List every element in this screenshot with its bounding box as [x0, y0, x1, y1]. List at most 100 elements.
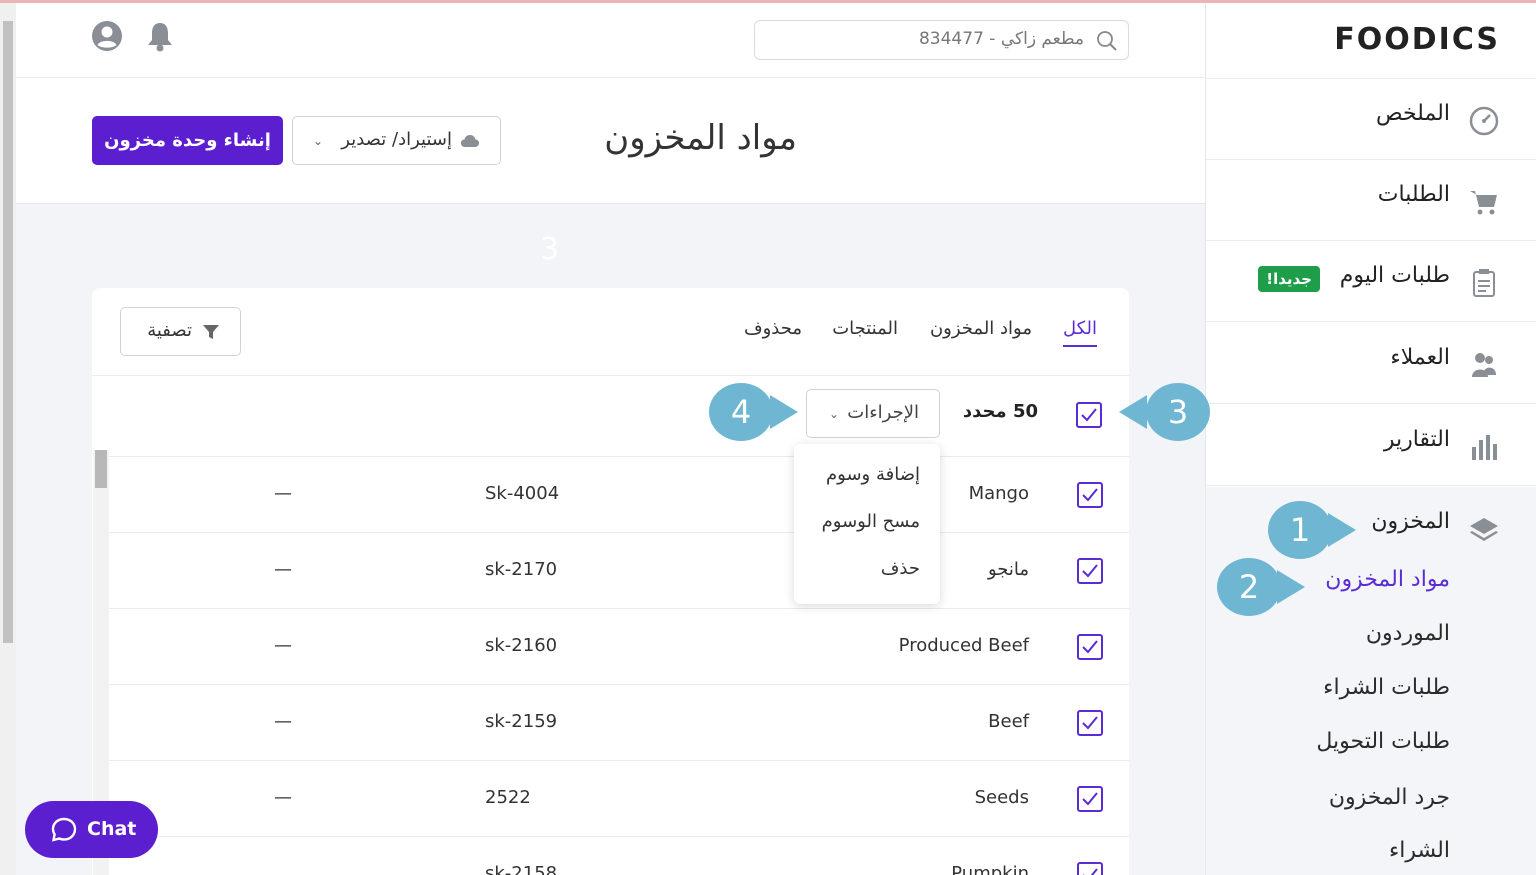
callout-4-pointer: [770, 395, 798, 429]
page-scrollbar-thumb[interactable]: [3, 21, 13, 643]
menu-item-clear-tags[interactable]: مسح الوسوم: [822, 511, 920, 532]
customers-icon: [1468, 349, 1500, 381]
row-sku: sk-2160: [485, 635, 558, 656]
actions-menu: إضافة وسوم مسح الوسوم حذف: [794, 444, 940, 604]
ghost-number: 3: [540, 232, 560, 267]
chevron-down-icon: ⌄: [313, 134, 324, 148]
card-divider: [92, 375, 1129, 376]
row-checkbox[interactable]: [1077, 558, 1103, 584]
row-sku: sk-2159: [485, 711, 558, 732]
row-extra: —: [274, 559, 292, 580]
row-name: Seeds: [974, 787, 1029, 808]
row-checkbox[interactable]: [1077, 862, 1103, 875]
sidebar-link-transfer-orders[interactable]: طلبات التحويل: [1316, 729, 1450, 754]
sidebar-item-label: الطلبات: [1377, 182, 1450, 207]
sidebar-item-reports[interactable]: التقارير: [1206, 405, 1536, 486]
callout-3-pointer: [1119, 395, 1147, 429]
row-checkbox[interactable]: [1077, 710, 1103, 736]
row-name: مانجو: [987, 559, 1029, 580]
callout-1: 1: [1268, 501, 1332, 559]
bar-chart-icon: [1468, 431, 1500, 463]
row-checkbox[interactable]: [1077, 786, 1103, 812]
new-badge: جديدا!: [1258, 266, 1320, 292]
chat-button[interactable]: Chat: [25, 801, 158, 858]
row-extra: —: [274, 635, 292, 656]
chevron-down-icon: ⌄: [829, 407, 840, 421]
filter-button[interactable]: تصفية: [120, 307, 241, 356]
import-export-label: إستيراد/ تصدير: [341, 129, 452, 150]
filter-icon: [202, 323, 220, 341]
bell-icon[interactable]: [145, 20, 177, 52]
search-icon: [1096, 30, 1118, 52]
row-checkbox[interactable]: [1077, 634, 1103, 660]
sidebar-inventory-heading[interactable]: المخزون: [1371, 509, 1450, 534]
cloud-icon: [460, 133, 480, 149]
page-scrollbar[interactable]: [0, 3, 16, 875]
table-row[interactable]: Beef sk-2159 —: [108, 684, 1129, 760]
row-sku: 2522: [485, 787, 531, 808]
tab-all[interactable]: الكل: [1062, 318, 1097, 347]
callout-4: 4: [709, 383, 773, 441]
inventory-table-card: الكل مواد المخزون المنتجات محذوف تصفية 5…: [92, 288, 1129, 875]
sidebar-item-label: طلبات اليوم: [1339, 263, 1450, 288]
row-checkbox[interactable]: [1077, 482, 1103, 508]
table-row[interactable]: Seeds 2522 —: [108, 760, 1129, 836]
create-inventory-item-button[interactable]: إنشاء وحدة مخزون: [92, 116, 283, 165]
user-avatar-icon[interactable]: [91, 20, 123, 52]
sidebar-item-label: الملخص: [1376, 101, 1450, 126]
foodics-logo[interactable]: FOODICS: [1320, 22, 1500, 58]
row-extra: —: [274, 711, 292, 732]
callout-2: 2: [1217, 558, 1281, 616]
callout-1-pointer: [1328, 513, 1356, 547]
menu-item-add-tags[interactable]: إضافة وسوم: [826, 464, 920, 485]
sidebar-link-purchase-orders[interactable]: طلبات الشراء: [1323, 675, 1450, 700]
sidebar-link-inventory-items[interactable]: مواد المخزون: [1325, 567, 1450, 592]
dashboard-gauge-icon: [1468, 105, 1500, 137]
search-placeholder: مطعم زاكي - 834477: [918, 29, 1084, 49]
table-row[interactable]: Pumpkin sk-2158: [108, 836, 1129, 875]
page-title: مواد المخزون: [604, 118, 797, 158]
import-export-button[interactable]: إستيراد/ تصدير ⌄: [292, 116, 501, 165]
row-sku: sk-2158: [485, 863, 558, 875]
table-row[interactable]: Mango Sk-4004 —: [108, 456, 1129, 532]
sidebar-item-label: العملاء: [1390, 345, 1450, 370]
callout-2-pointer: [1277, 570, 1305, 604]
sidebar-item-customers[interactable]: العملاء: [1206, 323, 1536, 404]
search-input[interactable]: مطعم زاكي - 834477: [754, 20, 1129, 60]
row-name: Beef: [988, 711, 1029, 732]
row-sku: Sk-4004: [485, 483, 560, 504]
row-extra: —: [274, 483, 292, 504]
sidebar-item-summary[interactable]: الملخص: [1206, 79, 1536, 160]
sidebar-inventory-section: المخزون مواد المخزون الموردون طلبات الشر…: [1206, 487, 1536, 875]
row-name: Mango: [968, 483, 1029, 504]
sidebar-item-orders[interactable]: الطلبات: [1206, 160, 1536, 241]
table-scrollbar-thumb[interactable]: [95, 450, 107, 488]
tab-inventory-items[interactable]: مواد المخزون: [930, 318, 1032, 339]
tab-products[interactable]: المنتجات: [832, 318, 898, 339]
sidebar-item-label: التقارير: [1383, 427, 1450, 452]
chat-label: Chat: [87, 818, 137, 840]
menu-item-delete[interactable]: حذف: [881, 558, 920, 579]
inventory-table: Mango Sk-4004 — مانجو sk-2170 — Produced…: [108, 456, 1129, 875]
sidebar-link-inventory-count[interactable]: جرد المخزون: [1329, 785, 1450, 810]
table-row[interactable]: Produced Beef sk-2160 —: [108, 608, 1129, 684]
filter-label: تصفية: [147, 320, 192, 341]
callout-3: 3: [1146, 383, 1210, 441]
cart-icon: [1468, 186, 1500, 218]
row-name: Produced Beef: [898, 635, 1029, 656]
tab-deleted[interactable]: محذوف: [744, 318, 802, 339]
sidebar-link-suppliers[interactable]: الموردون: [1366, 621, 1450, 646]
table-row[interactable]: مانجو sk-2170 —: [108, 532, 1129, 608]
row-extra: —: [274, 787, 292, 808]
selected-count: 50 محدد: [962, 401, 1038, 422]
actions-dropdown-button[interactable]: الإجراءات ⌄: [806, 389, 940, 438]
clipboard-icon: [1468, 267, 1500, 299]
row-name: Pumpkin: [951, 863, 1029, 875]
sidebar-link-purchasing[interactable]: الشراء: [1389, 838, 1450, 863]
sidebar-item-today-orders[interactable]: طلبات اليوم جديدا!: [1206, 241, 1536, 322]
actions-label: الإجراءات: [847, 402, 919, 423]
select-all-checkbox[interactable]: [1076, 402, 1102, 428]
row-sku: sk-2170: [485, 559, 558, 580]
layers-icon: [1468, 513, 1500, 545]
chat-bubble-icon: [51, 817, 77, 842]
